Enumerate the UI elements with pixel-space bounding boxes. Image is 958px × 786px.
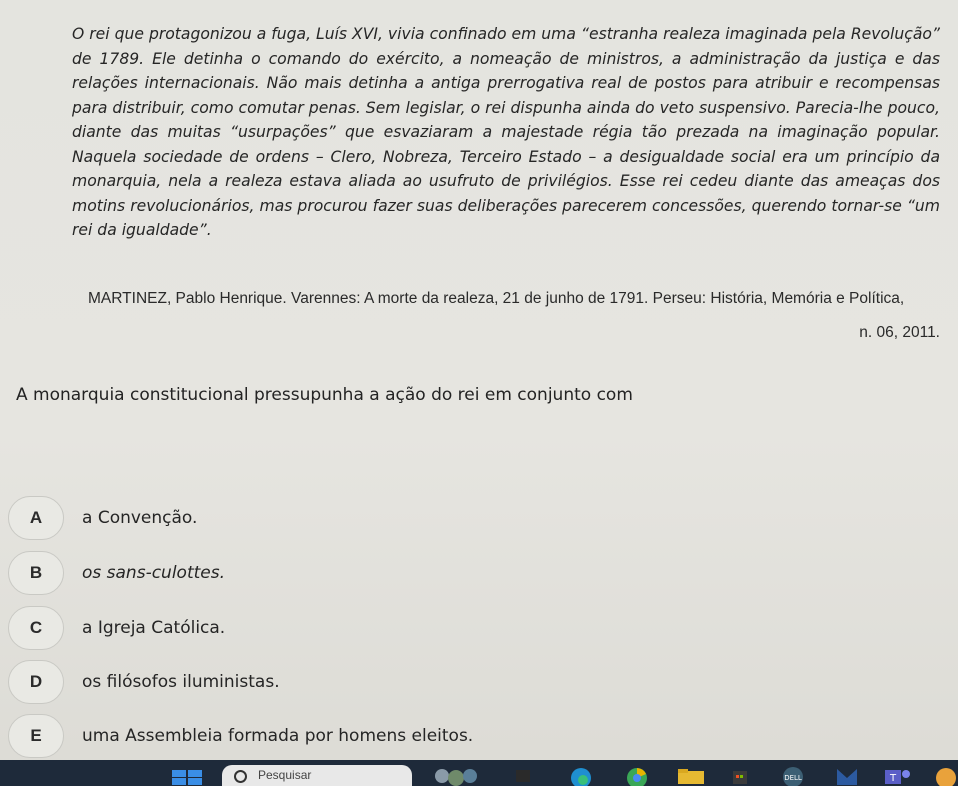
citation-line-1: MARTINEZ, Pablo Henrique. Varennes: A mo… — [88, 290, 905, 307]
dell-icon[interactable]: DELL — [780, 766, 806, 786]
citation: MARTINEZ, Pablo Henrique. Varennes: A mo… — [88, 287, 940, 345]
option-text: a Convenção. — [82, 508, 198, 528]
option-text: uma Assembleia formada por homens eleito… — [82, 726, 474, 746]
option-d[interactable]: D os filósofos iluministas. — [8, 660, 708, 704]
search-label: Pesquisar — [258, 768, 312, 782]
option-letter: B — [8, 551, 64, 595]
option-a[interactable]: A a Convenção. — [8, 496, 708, 540]
option-text: os sans-culottes. — [82, 563, 225, 583]
teams-icon[interactable]: T — [882, 766, 912, 786]
chrome-icon[interactable] — [624, 766, 650, 786]
question-text: A monarquia constitucional pressupunha a… — [16, 385, 633, 405]
store-icon[interactable] — [730, 766, 750, 786]
option-text: a Igreja Católica. — [82, 618, 226, 638]
svg-text:T: T — [889, 773, 897, 784]
mail-icon[interactable] — [834, 766, 860, 786]
folder-icon[interactable] — [676, 766, 706, 786]
option-letter: A — [8, 496, 64, 540]
option-letter: E — [8, 714, 64, 758]
option-letter: C — [8, 606, 64, 650]
option-b[interactable]: B os sans-culottes. — [8, 551, 708, 595]
citation-line-2: n. 06, 2011. — [859, 324, 940, 341]
search-icon — [234, 770, 247, 783]
option-c[interactable]: C a Igreja Católica. — [8, 606, 708, 650]
edge-icon[interactable] — [568, 766, 594, 786]
option-e[interactable]: E uma Assembleia formada por homens elei… — [8, 714, 708, 758]
widgets-icon[interactable] — [432, 766, 482, 786]
windows-start-icon[interactable] — [170, 768, 204, 786]
file-explorer-icon[interactable] — [514, 766, 534, 786]
taskbar: Pesquisar DELL T — [0, 760, 958, 786]
svg-text:DELL: DELL — [784, 774, 802, 782]
passage-text: O rei que protagonizou a fuga, Luís XVI,… — [72, 25, 940, 239]
option-letter: D — [8, 660, 64, 704]
option-text: os filósofos iluministas. — [82, 672, 280, 692]
taskbar-search[interactable]: Pesquisar — [222, 765, 412, 786]
app-icon[interactable] — [934, 766, 958, 786]
